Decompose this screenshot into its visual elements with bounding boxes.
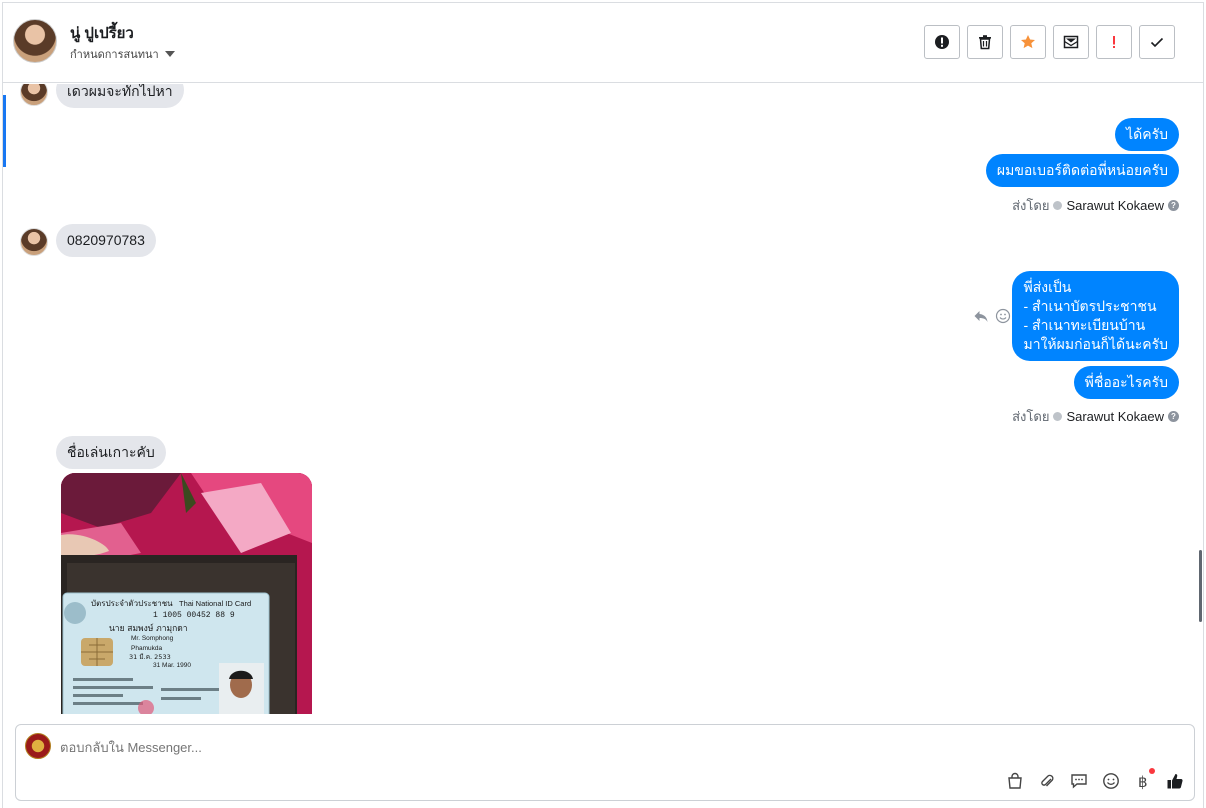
contact-avatar[interactable]	[13, 19, 57, 63]
id-card-photo: บัตรประจำตัวประชาชน Thai National ID Car…	[61, 473, 312, 714]
trash-icon	[979, 35, 991, 50]
incoming-message[interactable]: ชื่อเล่นเกาะคับ	[56, 436, 166, 469]
id-name-th: นาย สมพงษ์ ภามุกดา	[109, 623, 188, 634]
sent-by-line: ส่งโดย Sarawut Kokaew ?	[1012, 406, 1179, 427]
shop-bag-icon[interactable]	[1006, 772, 1024, 790]
sent-by-line: ส่งโดย Sarawut Kokaew ?	[1012, 195, 1179, 216]
thread-scrollbar[interactable]	[1199, 550, 1202, 622]
id-title-en: Thai National ID Card	[179, 599, 251, 608]
inbox-panel: นู่ ปูเปรี้ยว กำหนดการสนทนา เดวผมจะทักไป…	[2, 2, 1204, 808]
assign-conversation-label: กำหนดการสนทนา	[70, 49, 159, 61]
like-thumb-icon[interactable]	[1166, 772, 1184, 790]
outgoing-message[interactable]: พี่ส่งเป็น - สำเนาบัตรประชาชน - สำเนาทะเ…	[1012, 271, 1179, 361]
emoji-reaction-icon[interactable]	[995, 308, 1011, 324]
star-icon	[1021, 35, 1035, 49]
photo-attachment[interactable]: บัตรประจำตัวประชาชน Thai National ID Car…	[61, 473, 312, 714]
important-button[interactable]	[1096, 25, 1132, 59]
caret-down-icon	[164, 51, 175, 57]
outgoing-message[interactable]: ผมขอเบอร์ติดต่อพี่หน่อยครับ	[985, 154, 1179, 187]
alert-circle-icon	[935, 35, 949, 49]
outgoing-message[interactable]: ได้ครับ	[1115, 118, 1179, 151]
id-dob-en: 31 Mar. 1990	[153, 662, 191, 669]
help-icon[interactable]: ?	[1168, 200, 1179, 211]
emoji-icon[interactable]	[1102, 772, 1120, 790]
id-dob-th: 31 มี.ค. 2533	[129, 653, 171, 661]
incoming-message[interactable]: เดวผมจะทักไปหา	[56, 84, 184, 108]
contact-name[interactable]: นู่ ปูเปรี้ยว	[70, 21, 134, 45]
message-actions	[973, 308, 1011, 324]
report-spam-button[interactable]	[924, 25, 960, 59]
incoming-message[interactable]: 0820970783	[56, 224, 156, 257]
reply-icon[interactable]	[973, 308, 989, 324]
svg-text:฿: ฿	[1138, 773, 1148, 790]
done-button[interactable]	[1139, 25, 1175, 59]
sender-name[interactable]: Sarawut Kokaew	[1066, 409, 1164, 424]
help-icon[interactable]: ?	[1168, 411, 1179, 422]
verified-icon	[1053, 412, 1063, 421]
id-number: 1 1005 00452 88 9	[153, 611, 235, 620]
id-name-en: Mr. Somphong	[131, 635, 174, 642]
reply-input[interactable]	[60, 740, 960, 755]
conversation-header: นู่ ปูเปรี้ยว กำหนดการสนทนา	[3, 3, 1203, 83]
composer-tools: ฿	[1006, 768, 1184, 790]
id-title-th: บัตรประจำตัวประชาชน	[91, 599, 173, 608]
id-lastname-en: Phamukda	[131, 645, 162, 652]
message-thread[interactable]: เดวผมจะทักไปหา ได้ครับ ผมขอเบอร์ติดต่อพี…	[3, 84, 1203, 714]
delete-button[interactable]	[967, 25, 1003, 59]
exclamation-icon	[1113, 36, 1115, 48]
conversation-toolbar	[924, 25, 1175, 59]
attachment-icon[interactable]	[1038, 772, 1056, 790]
sent-by-label: ส่งโดย	[1012, 198, 1050, 213]
sent-by-label: ส่งโดย	[1012, 409, 1050, 424]
page-avatar[interactable]	[25, 733, 51, 759]
star-button[interactable]	[1010, 25, 1046, 59]
notification-dot	[1149, 768, 1155, 774]
mark-unread-button[interactable]	[1053, 25, 1089, 59]
sender-name[interactable]: Sarawut Kokaew	[1066, 198, 1164, 213]
verified-icon	[1053, 201, 1063, 210]
payment-baht-icon[interactable]: ฿	[1134, 768, 1155, 790]
outgoing-message[interactable]: พี่ชื่ออะไรครับ	[1073, 366, 1179, 399]
contact-avatar-small[interactable]	[20, 84, 48, 106]
reply-composer: ฿	[15, 724, 1195, 801]
check-icon	[1150, 37, 1164, 48]
contact-avatar-small[interactable]	[20, 228, 48, 256]
mail-icon	[1063, 35, 1079, 49]
saved-replies-icon[interactable]	[1070, 772, 1088, 790]
assign-conversation-dropdown[interactable]: กำหนดการสนทนา	[70, 45, 175, 63]
